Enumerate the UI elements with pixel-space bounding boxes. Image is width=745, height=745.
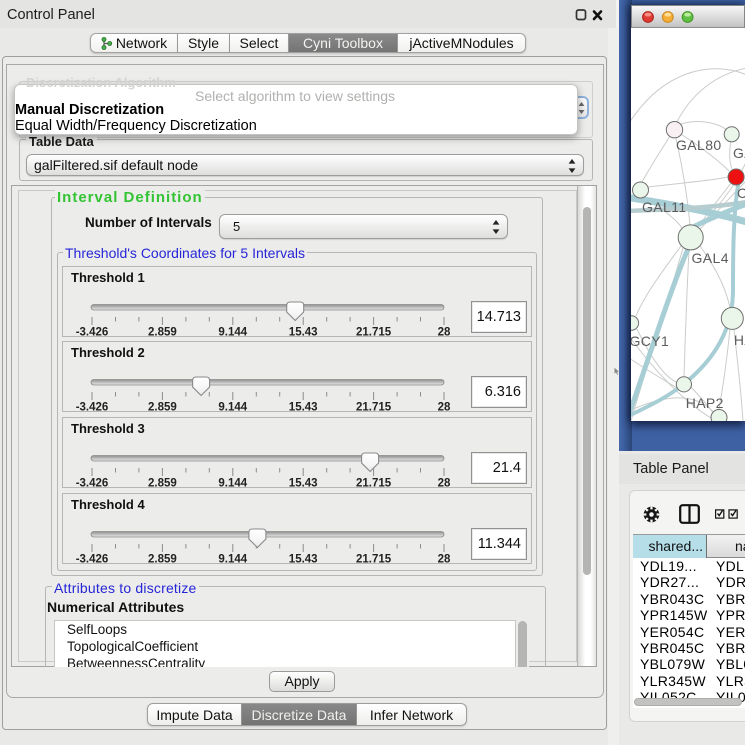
svg-text:2.859: 2.859 (148, 554, 177, 564)
svg-text:15.43: 15.43 (289, 554, 318, 564)
svg-text:HAP2: HAP2 (686, 395, 724, 411)
svg-text:9.144: 9.144 (218, 554, 247, 564)
svg-text:2.859: 2.859 (148, 478, 177, 488)
svg-text:28: 28 (438, 554, 451, 564)
svg-text:9.144: 9.144 (218, 402, 247, 412)
svg-text:2.859: 2.859 (148, 402, 177, 412)
svg-text:21.715: 21.715 (356, 478, 392, 488)
svg-text:GA: GA (733, 145, 745, 161)
svg-text:-3.426: -3.426 (76, 478, 109, 488)
svg-text:28: 28 (438, 478, 451, 488)
svg-text:GAL80: GAL80 (676, 137, 722, 153)
svg-text:GCY1: GCY1 (631, 333, 669, 349)
svg-text:2.859: 2.859 (148, 327, 177, 337)
svg-text:-3.426: -3.426 (76, 554, 109, 564)
svg-text:28: 28 (438, 327, 451, 337)
svg-text:15.43: 15.43 (289, 327, 318, 337)
svg-text:21.715: 21.715 (356, 327, 392, 337)
svg-text:-3.426: -3.426 (76, 327, 109, 337)
svg-text:15.43: 15.43 (289, 478, 318, 488)
svg-text:21.715: 21.715 (356, 554, 392, 564)
svg-text:21.715: 21.715 (356, 402, 392, 412)
svg-text:15.43: 15.43 (289, 402, 318, 412)
svg-text:9.144: 9.144 (218, 478, 247, 488)
svg-text:28: 28 (438, 402, 451, 412)
svg-text:-3.426: -3.426 (76, 402, 109, 412)
svg-text:9.144: 9.144 (218, 327, 247, 337)
svg-text:GAL11: GAL11 (642, 199, 687, 215)
svg-text:GAL4: GAL4 (692, 250, 729, 266)
svg-text:HA: HA (734, 332, 745, 348)
svg-text:CY: CY (737, 185, 745, 201)
